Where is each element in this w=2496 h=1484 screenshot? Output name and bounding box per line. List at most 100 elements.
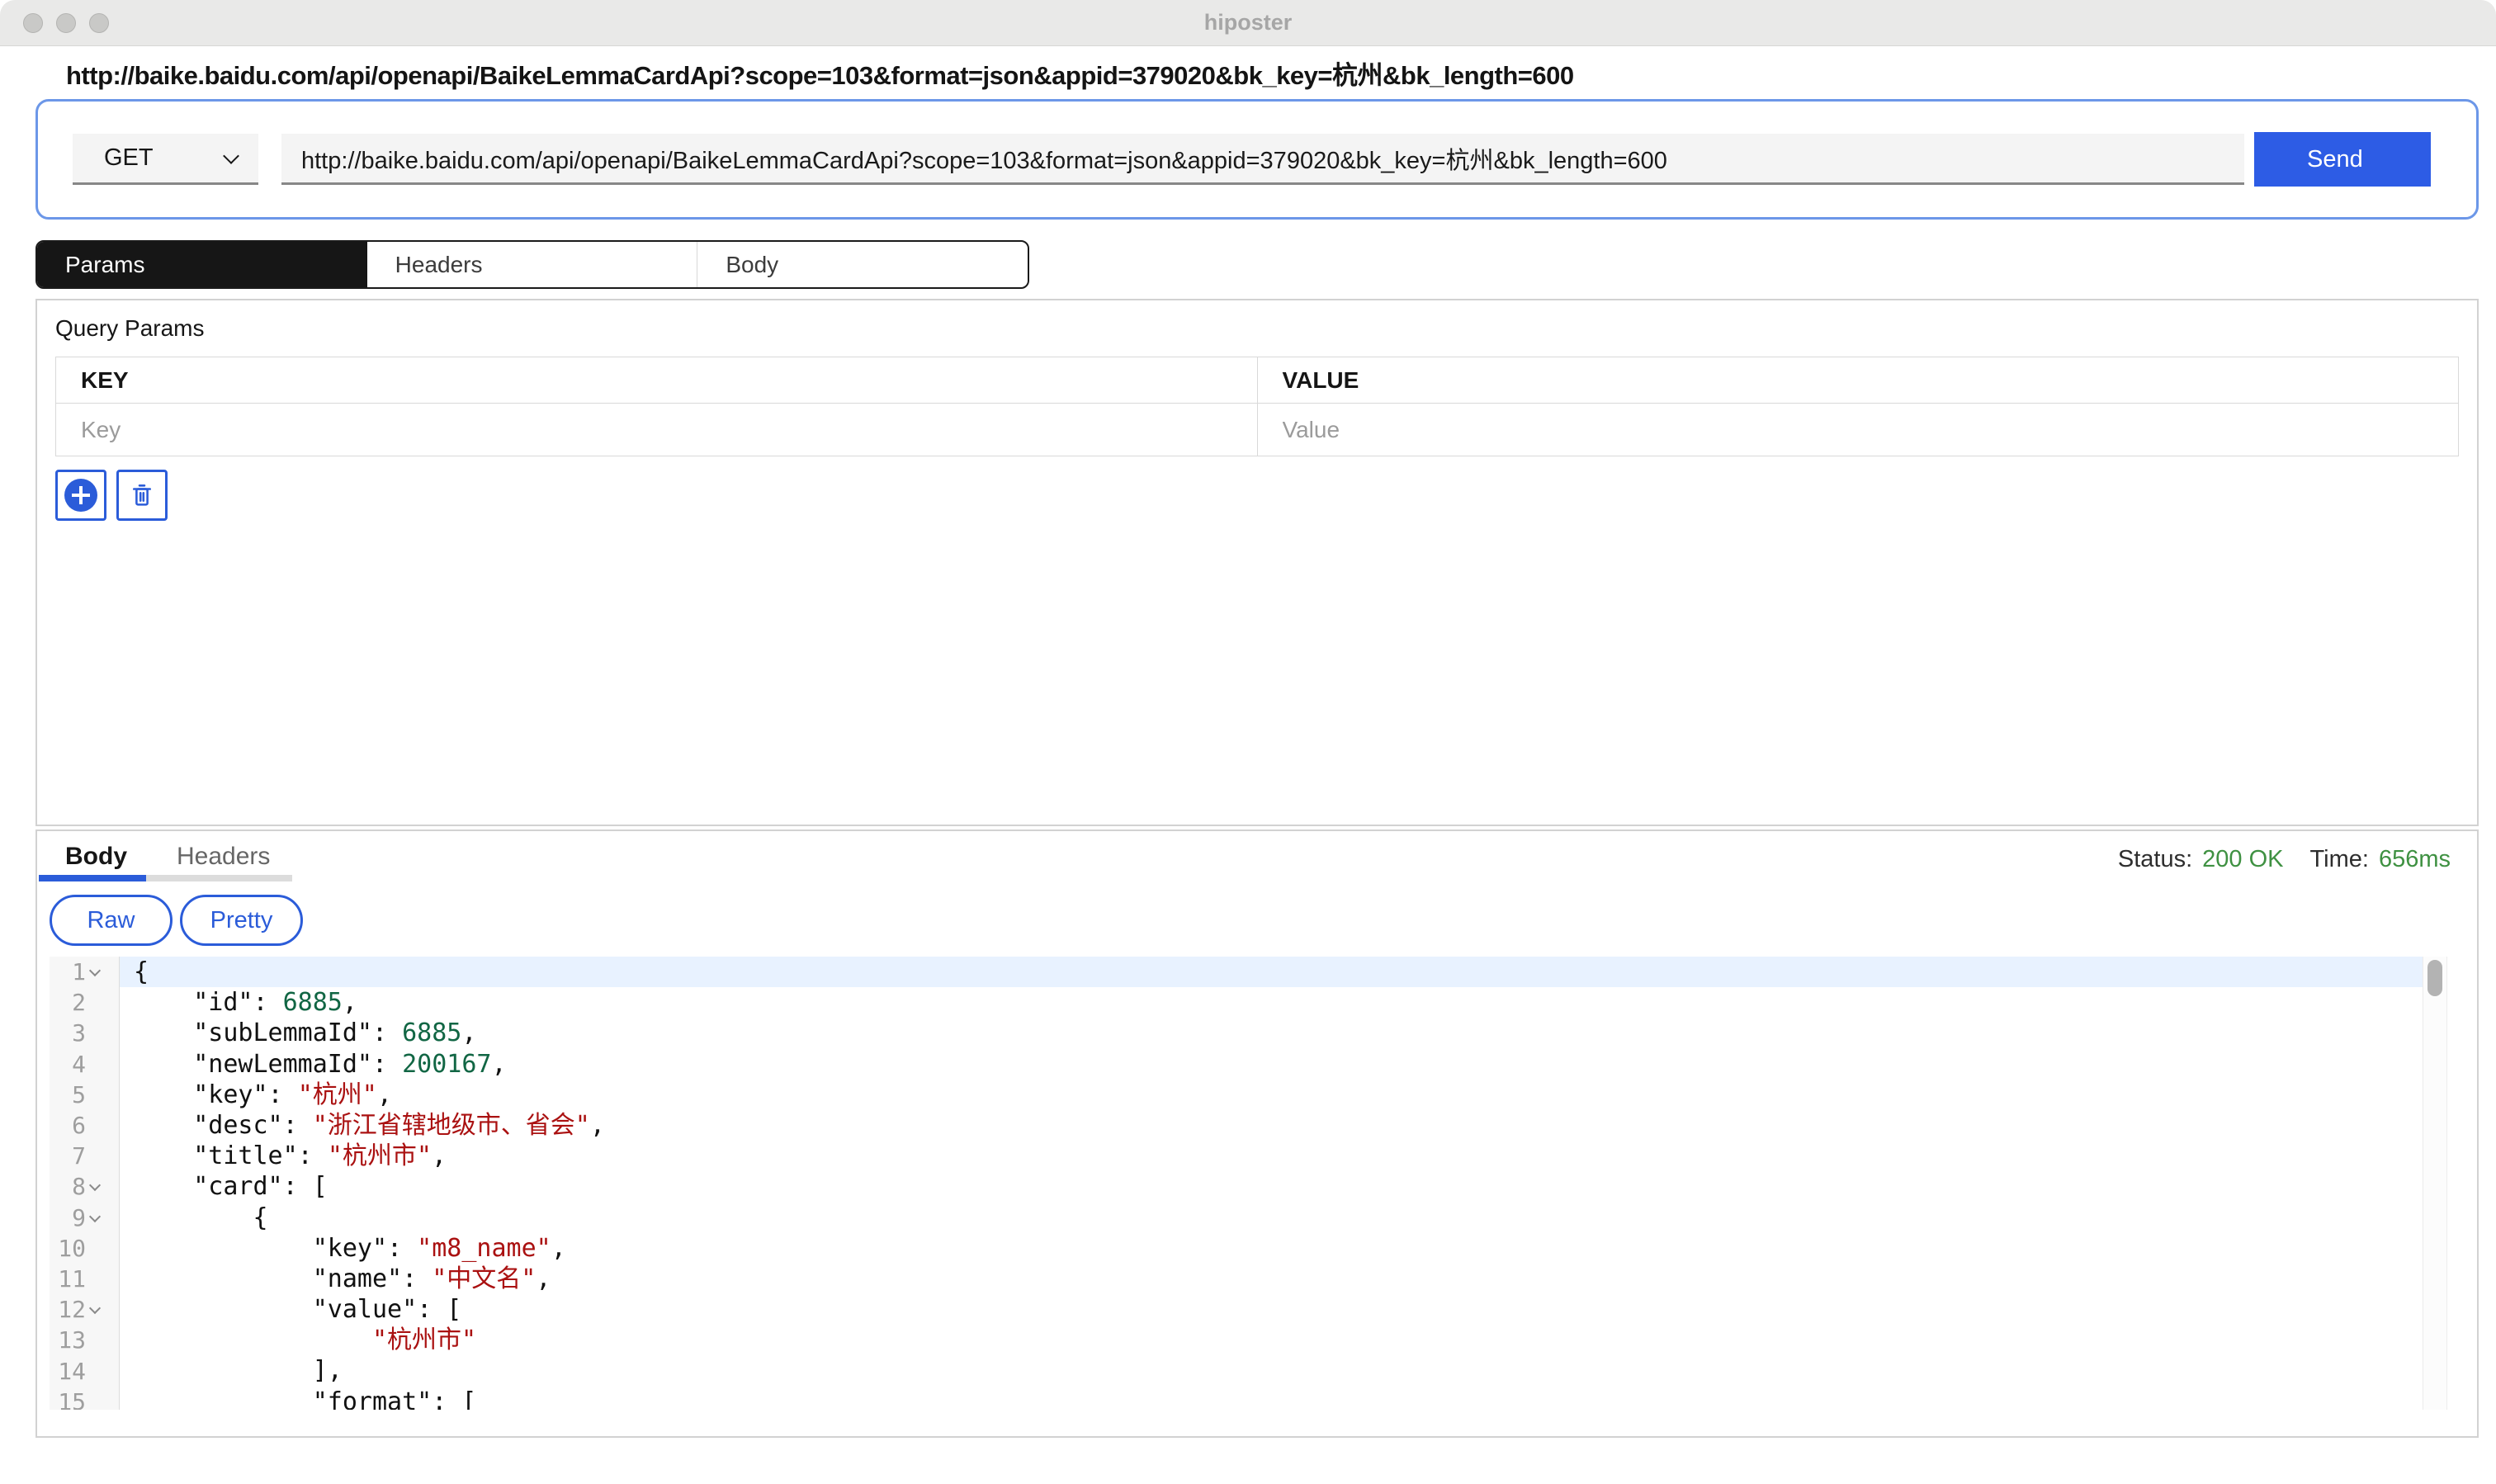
code-line-text: "杭州市" [120, 1325, 2440, 1355]
code-line-text: "value": [ [120, 1294, 2440, 1325]
response-status-line: Status: 200 OK Time: 656ms [2118, 846, 2451, 873]
send-button[interactable]: Send [2254, 132, 2431, 187]
url-input[interactable] [281, 134, 2244, 185]
code-line-text: { [120, 957, 2440, 987]
code-line-text: "id": 6885, [120, 987, 2440, 1018]
param-row-buttons [55, 470, 2459, 521]
pretty-button[interactable]: Pretty [180, 895, 303, 946]
line-number: 10 [50, 1235, 86, 1262]
param-key-input[interactable] [56, 404, 1257, 456]
param-value-input[interactable] [1258, 404, 2459, 456]
time-label: Time: [2310, 846, 2369, 873]
response-tab-body[interactable]: Body [65, 843, 127, 871]
line-number: 7 [50, 1142, 86, 1170]
line-number-gutter: 15 [50, 1387, 120, 1410]
query-params-table: KEY VALUE [55, 357, 2459, 456]
fold-chevron-icon[interactable] [89, 1179, 101, 1191]
active-tab-indicator [39, 875, 146, 881]
code-line: 13 "杭州市" [50, 1325, 2440, 1355]
response-view-buttons: Raw Pretty [50, 895, 303, 946]
delete-param-button[interactable] [116, 470, 168, 521]
line-number-gutter: 8 [50, 1171, 120, 1202]
line-number-gutter: 2 [50, 987, 120, 1018]
trash-icon [127, 480, 157, 510]
line-number-gutter: 9 [50, 1203, 120, 1233]
code-line: 11 "name": "中文名", [50, 1264, 2440, 1294]
code-line: 6 "desc": "浙江省辖地级市、省会", [50, 1110, 2440, 1141]
code-line-text: "subLemmaId": 6885, [120, 1018, 2440, 1048]
code-line-text: "key": "m8_name", [120, 1233, 2440, 1264]
line-number-gutter: 6 [50, 1110, 120, 1141]
window-title: hiposter [0, 10, 2496, 35]
code-line: 14 ], [50, 1355, 2440, 1386]
line-number-gutter: 7 [50, 1141, 120, 1171]
line-number-gutter: 11 [50, 1264, 120, 1294]
fold-chevron-icon[interactable] [89, 1210, 101, 1222]
line-number: 1 [50, 958, 86, 985]
time-value: 656ms [2379, 846, 2451, 873]
line-number-gutter: 5 [50, 1080, 120, 1110]
code-line-text: { [120, 1203, 2440, 1233]
line-number: 9 [50, 1204, 86, 1231]
table-header-row: KEY VALUE [56, 357, 2459, 404]
query-params-title: Query Params [55, 315, 2459, 342]
method-select-value: GET [104, 144, 154, 172]
tab-headers[interactable]: Headers [367, 242, 697, 287]
response-tab-underline [39, 875, 292, 881]
code-line-text: "format": [ [120, 1387, 2440, 1410]
code-line: 12 "value": [ [50, 1294, 2440, 1325]
status-value: 200 OK [2202, 846, 2283, 873]
line-number-gutter: 10 [50, 1233, 120, 1264]
code-line: 2 "id": 6885, [50, 987, 2440, 1018]
code-line: 9 { [50, 1203, 2440, 1233]
fold-chevron-icon[interactable] [89, 1302, 101, 1314]
response-panel: Body Headers Status: 200 OK Time: 656ms … [35, 829, 2479, 1438]
code-scrollbar[interactable] [2423, 957, 2447, 1410]
table-row [56, 404, 2459, 456]
value-column-header: VALUE [1257, 357, 2459, 404]
code-line: 8 "card": [ [50, 1171, 2440, 1202]
code-line-text: "card": [ [120, 1171, 2440, 1202]
key-column-header: KEY [56, 357, 1258, 404]
code-line-text: "name": "中文名", [120, 1264, 2440, 1294]
response-body-code[interactable]: 1{2 "id": 6885,3 "subLemmaId": 6885,4 "n… [50, 957, 2440, 1410]
line-number-gutter: 13 [50, 1325, 120, 1355]
line-number: 12 [50, 1296, 86, 1323]
line-number-gutter: 14 [50, 1355, 120, 1386]
line-number: 8 [50, 1173, 86, 1200]
code-line: 15 "format": [ [50, 1387, 2440, 1410]
method-select[interactable]: GET [73, 134, 258, 185]
line-number: 15 [50, 1388, 86, 1410]
request-url-heading: http://baike.baidu.com/api/openapi/Baike… [66, 54, 1574, 92]
code-line: 4 "newLemmaId": 200167, [50, 1049, 2440, 1080]
line-number: 14 [50, 1358, 86, 1385]
code-line: 10 "key": "m8_name", [50, 1233, 2440, 1264]
line-number: 11 [50, 1265, 86, 1293]
code-line: 7 "title": "杭州市", [50, 1141, 2440, 1171]
tab-body[interactable]: Body [697, 242, 1028, 287]
code-line-text: "title": "杭州市", [120, 1141, 2440, 1171]
code-scrollbar-thumb[interactable] [2427, 960, 2442, 996]
code-line-text: "newLemmaId": 200167, [120, 1049, 2440, 1080]
request-tabs: Params Headers Body [35, 240, 1029, 289]
request-bar: GET Send [35, 99, 2479, 220]
line-number: 13 [50, 1326, 86, 1354]
tab-params[interactable]: Params [37, 242, 367, 287]
app-window: hiposter http://baike.baidu.com/api/open… [0, 0, 2496, 1484]
query-params-panel: Query Params KEY VALUE [35, 299, 2479, 826]
code-line-text: ], [120, 1355, 2440, 1386]
add-param-button[interactable] [55, 470, 106, 521]
code-line: 5 "key": "杭州", [50, 1080, 2440, 1110]
line-number: 4 [50, 1051, 86, 1078]
code-line-text: "key": "杭州", [120, 1080, 2440, 1110]
code-line-text: "desc": "浙江省辖地级市、省会", [120, 1110, 2440, 1141]
line-number: 6 [50, 1112, 86, 1139]
line-number-gutter: 4 [50, 1049, 120, 1080]
raw-button[interactable]: Raw [50, 895, 173, 946]
fold-chevron-icon[interactable] [89, 965, 101, 976]
line-number-gutter: 12 [50, 1294, 120, 1325]
response-tab-headers[interactable]: Headers [177, 843, 270, 871]
chevron-down-icon [223, 148, 239, 164]
plus-icon [64, 479, 97, 512]
line-number-gutter: 3 [50, 1018, 120, 1048]
